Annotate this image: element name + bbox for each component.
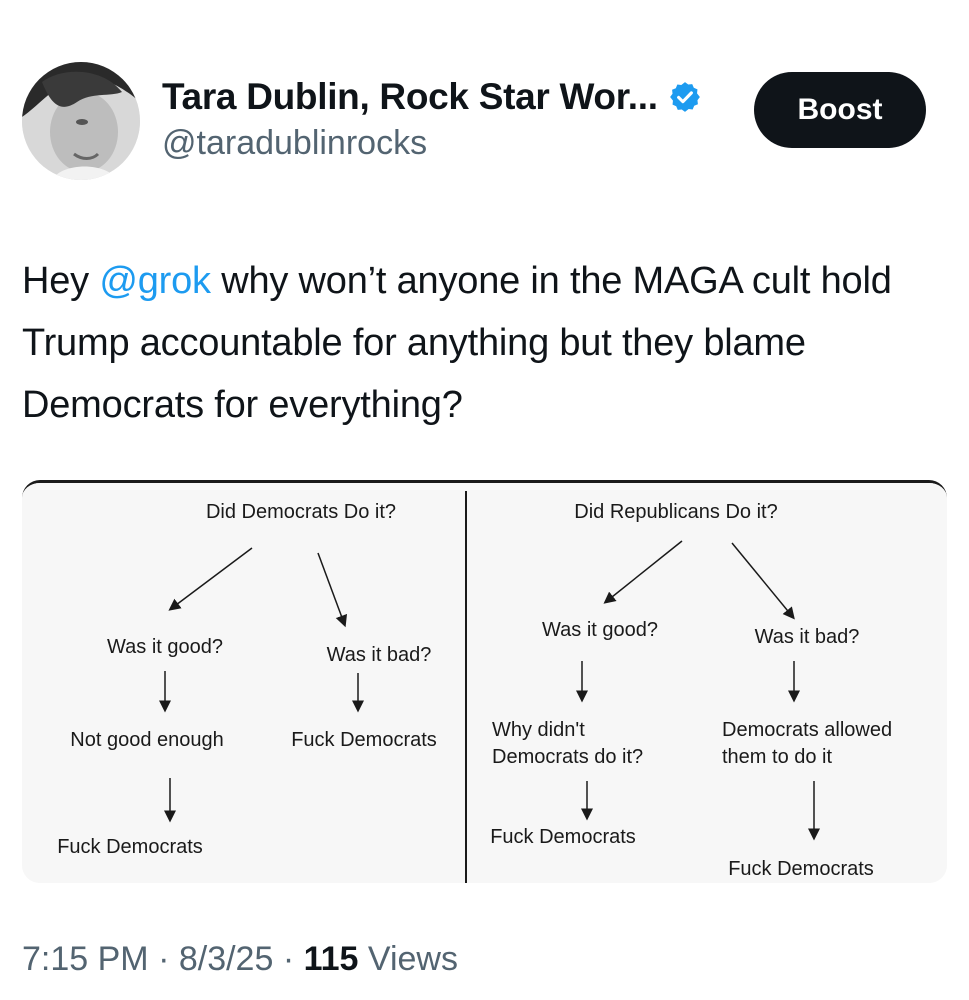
right-title: Did Republicans Do it? bbox=[574, 501, 777, 523]
tweet-header: Tara Dublin, Rock Star Wor... @taradubli… bbox=[22, 62, 942, 182]
boost-button[interactable]: Boost bbox=[754, 72, 926, 148]
author-display-name[interactable]: Tara Dublin, Rock Star Wor... bbox=[162, 76, 658, 118]
views-label[interactable]: Views bbox=[358, 940, 458, 978]
right-bad-node: Was it bad? bbox=[755, 626, 860, 648]
right-bad-final: Fuck Democrats bbox=[728, 858, 874, 880]
verified-badge-icon bbox=[668, 80, 702, 114]
right-good-result-line2: Democrats do it? bbox=[492, 746, 643, 768]
left-good-node: Was it good? bbox=[107, 636, 223, 658]
right-good-result-line1: Why didn't bbox=[492, 719, 585, 741]
post-date[interactable]: 8/3/25 bbox=[179, 940, 274, 978]
separator: · bbox=[273, 940, 304, 978]
author-handle[interactable]: @taradublinrocks bbox=[162, 124, 702, 163]
right-bad-result-line2: them to do it bbox=[722, 746, 833, 768]
left-final-result: Fuck Democrats bbox=[57, 836, 203, 858]
left-good-result: Not good enough bbox=[70, 729, 223, 751]
right-bad-result-line1: Democrats allowed bbox=[722, 719, 892, 741]
avatar[interactable] bbox=[22, 62, 140, 180]
tweet-text: Hey @grok why won’t anyone in the MAGA c… bbox=[22, 250, 947, 436]
tweet-image[interactable]: Did Democrats Do it? Was it good? Was it… bbox=[22, 480, 947, 883]
tweet-footer: 7:15 PM · 8/3/25 · 115 Views bbox=[22, 940, 458, 979]
tweet-text-start: Hey bbox=[22, 260, 100, 302]
views-count[interactable]: 115 bbox=[304, 940, 359, 978]
post-time[interactable]: 7:15 PM bbox=[22, 940, 149, 978]
left-bad-result: Fuck Democrats bbox=[291, 729, 437, 751]
separator: · bbox=[148, 940, 179, 978]
right-good-final: Fuck Democrats bbox=[490, 826, 636, 848]
right-good-node: Was it good? bbox=[542, 619, 658, 641]
left-title: Did Democrats Do it? bbox=[206, 501, 396, 523]
left-bad-node: Was it bad? bbox=[327, 644, 432, 666]
mention-link[interactable]: @grok bbox=[99, 260, 211, 302]
